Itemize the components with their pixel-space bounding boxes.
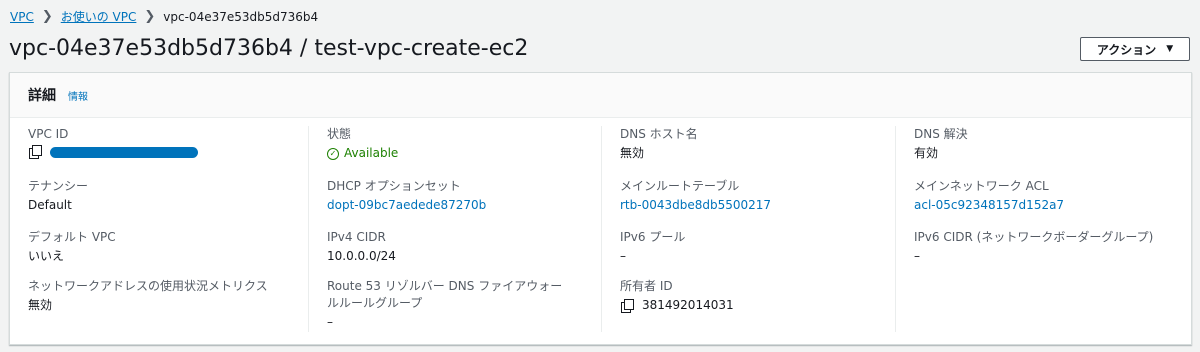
info-link[interactable]: 情報 [68,88,88,103]
field-label: メインネットワーク ACL [914,179,1049,193]
caret-down-icon: ▼ [1166,44,1174,54]
field-label: DNS 解決 [914,127,968,141]
field-value: いいえ [28,249,65,263]
details-panel-header: 詳細 情報 [10,73,1191,118]
owner-id-value: 381492014031 [642,298,734,312]
field-label: テナンシー [28,179,89,193]
field-tenancy: テナンシー Default [28,178,300,214]
field-value: 無効 [620,146,645,160]
redacted-value [50,146,198,158]
field-label: DNS ホスト名 [620,127,698,141]
dhcp-options-link[interactable]: dopt-09bc7aedede87270b [327,197,594,214]
field-value: Default [28,198,72,212]
field-label: IPv6 CIDR (ネットワークボーダーグループ) [914,230,1154,244]
field-owner-id: 所有者 ID 381492014031 [620,278,888,314]
breadcrumb-your-vpcs-link[interactable]: お使いの VPC [61,8,137,25]
field-label: 所有者 ID [620,279,673,293]
field-main-route-table: メインルートテーブル rtb-0043dbe8db5500217 [620,178,888,214]
field-ipv6-cidr: IPv6 CIDR (ネットワークボーダーグループ) – [914,229,1184,265]
field-vpc-id: VPC ID [28,126,300,159]
main-route-table-link[interactable]: rtb-0043dbe8db5500217 [620,197,888,214]
details-grid: VPC ID テナンシー Default デフォルト VPC いいえ ネットワー… [10,117,1191,344]
field-label: デフォルト VPC [28,230,116,244]
details-column-3: DNS ホスト名 無効 メインルートテーブル rtb-0043dbe8db550… [601,126,896,332]
field-main-network-acl: メインネットワーク ACL acl-05c92348157d152a7 [914,178,1184,214]
breadcrumb: VPC ❯ お使いの VPC ❯ vpc-04e37e53db5d736b4 [10,8,318,25]
field-ipv6-pool: IPv6 プール – [620,229,888,265]
field-label: IPv4 CIDR [327,230,386,244]
field-value: – [620,249,626,263]
field-label: DHCP オプションセット [327,179,461,193]
field-value: 381492014031 [620,297,888,314]
copy-icon[interactable] [620,298,634,313]
field-dns-hostnames: DNS ホスト名 無効 [620,126,888,162]
field-value: – [914,249,920,263]
status-badge: ✓ Available [327,145,594,162]
details-column-4: DNS 解決 有効 メインネットワーク ACL acl-05c92348157d… [895,126,1192,332]
field-value [28,145,300,159]
details-panel: 詳細 情報 VPC ID テナンシー Default デフォルト VPC いいえ… [9,72,1192,345]
details-column-1: VPC ID テナンシー Default デフォルト VPC いいえ ネットワー… [10,126,308,332]
field-dhcp-options: DHCP オプションセット dopt-09bc7aedede87270b [327,178,594,214]
actions-dropdown-button[interactable]: アクション ▼ [1080,37,1190,61]
breadcrumb-current: vpc-04e37e53db5d736b4 [163,9,319,24]
field-label: メインルートテーブル [620,179,740,193]
field-label: ネットワークアドレスの使用状況メトリクス [28,279,268,293]
chevron-right-icon: ❯ [144,9,156,24]
field-label: VPC ID [28,127,69,141]
field-network-metrics: ネットワークアドレスの使用状況メトリクス 無効 [28,278,300,314]
copy-icon[interactable] [28,145,42,159]
chevron-right-icon: ❯ [41,9,53,24]
main-network-acl-link[interactable]: acl-05c92348157d152a7 [914,197,1184,214]
details-column-2: 状態 ✓ Available DHCP オプションセット dopt-09bc7a… [308,126,602,332]
field-dns-resolution: DNS 解決 有効 [914,126,1184,162]
field-value: 有効 [914,146,939,160]
field-value: 10.0.0.0/24 [327,249,396,263]
actions-button-label: アクション [1096,42,1157,57]
field-default-vpc: デフォルト VPC いいえ [28,229,300,265]
field-value: – [327,315,333,329]
breadcrumb-vpc-link[interactable]: VPC [10,10,34,24]
panel-title: 詳細 [28,88,56,104]
field-label: 状態 [327,127,352,141]
status-text: Available [344,146,399,160]
field-ipv4-cidr: IPv4 CIDR 10.0.0.0/24 [327,229,594,265]
check-circle-icon: ✓ [327,147,339,160]
field-state: 状態 ✓ Available [327,126,594,162]
field-label: IPv6 プール [620,230,686,244]
field-label: Route 53 リゾルバー DNS ファイアウォールルールグループ [327,279,563,310]
field-route53-firewall: Route 53 リゾルバー DNS ファイアウォールルールグループ – [327,278,572,331]
field-value: 無効 [28,298,53,312]
page-title: vpc-04e37e53db5d736b4 / test-vpc-create-… [9,36,529,61]
